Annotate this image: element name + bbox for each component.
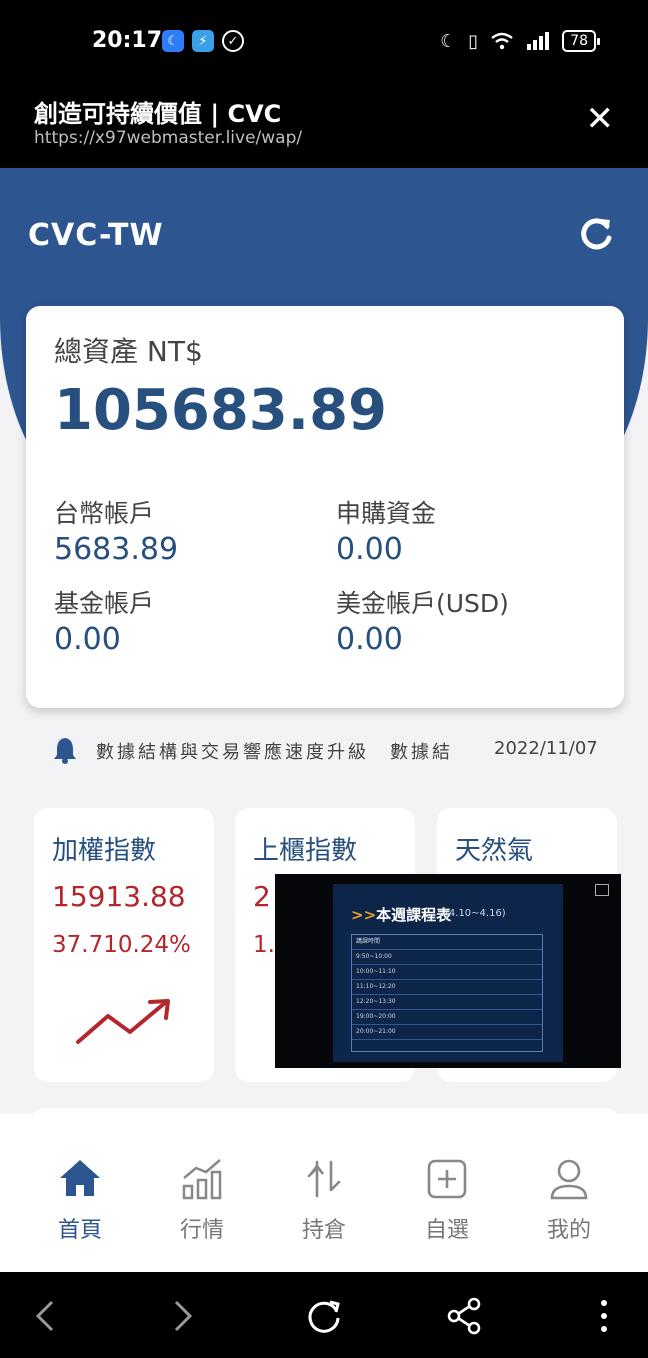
index-name: 上櫃指數 xyxy=(253,836,358,866)
video-window-icon[interactable] xyxy=(595,884,609,896)
fund-account-value: 0.00 xyxy=(54,622,121,657)
status-time: 20:17 xyxy=(92,28,163,53)
browser-header: 創造可持續價值 | CVC https://x97webmaster.live/… xyxy=(0,84,648,168)
schedule-row: 11:10~12:20 xyxy=(352,980,542,995)
refresh-icon[interactable] xyxy=(576,214,616,254)
add-square-icon xyxy=(427,1159,467,1199)
schedule-row: 10:00~11:10 xyxy=(352,965,542,980)
home-icon xyxy=(60,1160,100,1196)
usd-account-value: 0.00 xyxy=(336,622,403,657)
notice-date: 2022/11/07 xyxy=(494,738,598,759)
do-not-disturb-icon: ☾ xyxy=(440,30,457,52)
notice-marquee[interactable]: 數據結構與交易響應速度升級 數據結 2022/11/07 xyxy=(52,736,612,766)
index-value: 15913.88 xyxy=(52,880,186,913)
back-icon[interactable] xyxy=(24,1294,68,1338)
usd-account-label: 美金帳戶(USD) xyxy=(336,589,509,618)
index-change: 1. xyxy=(253,932,275,958)
video-subtitle: (4.10~4.16) xyxy=(445,908,506,919)
wifi-icon xyxy=(491,32,513,50)
swap-icon xyxy=(307,1160,341,1198)
bell-icon xyxy=(54,738,76,764)
tab-label: 行情 xyxy=(179,1218,224,1243)
brand-title: CVC-TW xyxy=(28,218,164,253)
browser-nav-bar xyxy=(0,1272,648,1358)
user-icon xyxy=(550,1159,588,1200)
fund-account-label: 基金帳戶 xyxy=(54,589,155,618)
share-icon[interactable] xyxy=(442,1294,486,1338)
tab-watchlist[interactable]: 自選 xyxy=(397,1156,497,1256)
close-icon[interactable]: ✕ xyxy=(586,102,615,136)
floating-video-player[interactable]: >>本週課程表 (4.10~4.16) 講課時間 9:50~10:00 10:0… xyxy=(275,874,621,1068)
asset-card: 總資產 NT$ 105683.89 台幣帳戶 5683.89 申購資金 0.00… xyxy=(26,306,624,708)
vpn-icon: ✓ xyxy=(222,30,244,52)
index-change: 37.710.24% xyxy=(52,932,191,958)
subscription-funds-label: 申購資金 xyxy=(336,499,437,528)
trend-up-icon xyxy=(76,999,170,1044)
twd-account-label: 台幣帳戶 xyxy=(54,499,155,528)
chart-icon xyxy=(182,1159,222,1200)
bottom-tab-bar: 首頁 行情 持倉 自選 我的 xyxy=(0,1114,648,1272)
notice-text: 數據結構與交易響應速度升級 數據結 xyxy=(96,742,453,763)
moon-icon: ☾ xyxy=(162,30,184,52)
tab-label: 我的 xyxy=(546,1218,591,1243)
video-title: >>本週課程表 xyxy=(351,906,452,924)
schedule-row: 9:50~10:00 xyxy=(352,950,542,965)
page-title: 創造可持續價值 | CVC xyxy=(34,100,282,128)
schedule-row: 講課時間 xyxy=(352,935,542,950)
page-url: https://x97webmaster.live/wap/ xyxy=(34,128,303,148)
index-value: 2 xyxy=(253,880,271,913)
index-name: 天然氣 xyxy=(455,836,534,866)
tab-positions[interactable]: 持倉 xyxy=(274,1156,374,1256)
tab-profile[interactable]: 我的 xyxy=(519,1156,619,1256)
total-assets-label: 總資產 NT$ xyxy=(54,335,203,368)
status-app-icons: ☾ ⚡ ✓ xyxy=(162,30,244,52)
twd-account-value: 5683.89 xyxy=(54,532,179,567)
schedule-row: 19:00~20:00 xyxy=(352,1010,542,1025)
vibrate-icon: ▯ xyxy=(468,30,479,52)
total-assets-value: 105683.89 xyxy=(54,378,387,443)
schedule-table: 講課時間 9:50~10:00 10:00~11:10 11:10~12:20 … xyxy=(351,934,543,1052)
index-card-taiex[interactable]: 加權指數 15913.88 37.710.24% xyxy=(34,808,214,1082)
tab-market[interactable]: 行情 xyxy=(152,1156,252,1256)
reload-icon[interactable] xyxy=(302,1294,346,1338)
subscription-funds-value: 0.00 xyxy=(336,532,403,567)
tab-label: 持倉 xyxy=(301,1218,346,1243)
tab-home[interactable]: 首頁 xyxy=(30,1156,130,1256)
battery-indicator: 78 xyxy=(562,30,600,52)
signal-icon xyxy=(527,32,550,50)
more-icon[interactable] xyxy=(582,1294,626,1338)
shield-icon: ⚡ xyxy=(192,30,214,52)
tab-label: 首頁 xyxy=(57,1218,102,1243)
status-system-icons: ☾ ▯ 78 xyxy=(440,30,600,52)
schedule-row: 12:20~13:30 xyxy=(352,995,542,1010)
index-name: 加權指數 xyxy=(52,836,157,866)
status-bar: 20:17 ☾ ⚡ ✓ ☾ ▯ 78 xyxy=(0,0,648,84)
forward-icon[interactable] xyxy=(160,1294,204,1338)
schedule-row: 20:00~21:00 xyxy=(352,1025,542,1040)
tab-label: 自選 xyxy=(424,1218,469,1243)
video-frame: >>本週課程表 (4.10~4.16) 講課時間 9:50~10:00 10:0… xyxy=(333,884,563,1062)
